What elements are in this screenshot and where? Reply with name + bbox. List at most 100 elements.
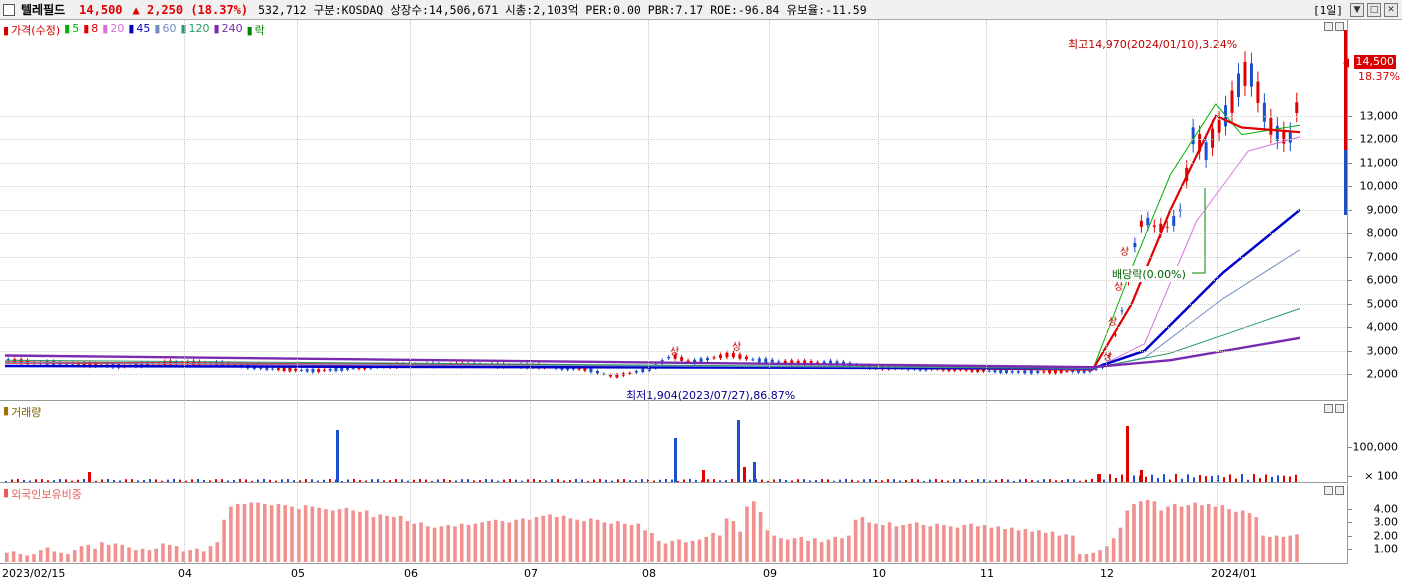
volume-bar — [785, 479, 787, 482]
foreign-ownership-panel[interactable]: ▮ 외국인보유비중 — [0, 484, 1347, 564]
volume-bar — [215, 479, 217, 482]
volume-bar — [653, 480, 655, 482]
volume-bar — [305, 479, 307, 482]
volume-bar — [23, 479, 25, 482]
candle-body — [305, 369, 309, 372]
volume-bar — [323, 479, 325, 482]
volume-bar — [971, 480, 973, 482]
volume-bar — [17, 479, 19, 482]
foreign-bar — [1261, 535, 1265, 562]
volume-bar — [119, 480, 121, 482]
foreign-bar — [1206, 503, 1211, 562]
candle-body — [595, 370, 599, 374]
volume-peak-bar — [88, 472, 91, 482]
volume-bar — [1295, 474, 1297, 482]
foreign-bar — [785, 539, 790, 562]
foreign-bar — [154, 548, 158, 562]
volume-bar — [101, 479, 103, 482]
foreign-axis: 4.00 3.00 2.00 1.00 — [1347, 484, 1402, 564]
foreign-bar — [317, 507, 321, 562]
date-axis: 2023/02/15 04 05 06 07 08 09 10 11 12 2024/01 — [0, 564, 1402, 582]
foreign-bar — [684, 542, 688, 562]
maximize-button[interactable]: □ — [1367, 3, 1381, 17]
price-chart-panel[interactable]: ▮ 가격(수정) ▮ 5 ▮ 8 ▮ 20 ▮ 45 ▮ 60 ▮ 120 ▮ 240 ▮ 락 상상상상상상 최고… — [0, 20, 1347, 402]
foreign-bar — [473, 523, 478, 562]
volume-bar — [707, 479, 709, 482]
foreign-bar — [201, 551, 206, 562]
volume-bar — [581, 479, 583, 482]
stock-name[interactable]: 텔레필드 — [21, 1, 65, 18]
volume-bar — [275, 480, 277, 482]
x-tick-label: 2024/01 — [1211, 567, 1257, 580]
volume-bar — [1067, 479, 1069, 482]
candle-body — [731, 352, 735, 358]
volume-bar — [407, 480, 409, 482]
stock-select-checkbox[interactable] — [3, 3, 15, 16]
volume-bar — [1001, 479, 1003, 482]
x-tick-label: 11 — [980, 567, 994, 580]
foreign-bar — [561, 515, 566, 562]
volume-bar — [983, 479, 985, 482]
y-tick-mark — [1348, 162, 1352, 164]
foreign-bar — [1186, 505, 1191, 562]
volume-bar — [437, 479, 439, 482]
volume-bar — [281, 479, 283, 482]
y-tick-mark — [1348, 350, 1352, 352]
y-tick-label: 10,000 — [1359, 179, 1399, 193]
volume-bar — [551, 479, 553, 482]
volume-bar — [671, 479, 673, 482]
foreign-bar — [1023, 528, 1028, 562]
volume-peak-bar — [1140, 470, 1143, 482]
dropdown-button[interactable]: ▼ — [1350, 3, 1364, 17]
candle-body — [1059, 370, 1063, 373]
grid-vline — [986, 484, 987, 563]
period-selector[interactable]: [1일] — [1313, 2, 1343, 18]
volume-bar — [605, 479, 607, 482]
volume-panel[interactable]: ▮ 거래량 — [0, 402, 1347, 483]
foreign-bar — [629, 525, 634, 562]
candle-body — [751, 359, 755, 361]
foreign-bar — [371, 517, 376, 562]
volume-bar — [197, 479, 199, 482]
volume-bar — [329, 479, 331, 482]
volume-bar — [827, 479, 829, 482]
foreign-bar — [38, 550, 43, 562]
foreign-bar — [113, 543, 118, 562]
y-tick-label: 6,000 — [1366, 273, 1399, 287]
candle-body — [706, 358, 710, 361]
grid-vline — [648, 484, 649, 563]
foreign-bar — [751, 501, 756, 562]
price-axis: 14,500 18.37% 13,000 12,000 11,000 10,000 9,… — [1343, 20, 1402, 401]
y-tick-label: 4,000 — [1366, 320, 1399, 334]
candle-body — [1065, 371, 1069, 373]
volume-axis: 100,000 × 100 — [1347, 402, 1402, 483]
foreign-bar — [1172, 503, 1177, 562]
candle-body — [1249, 63, 1253, 87]
market-cap: 시총:2,103억 — [505, 2, 579, 17]
volume-bar — [617, 479, 619, 482]
foreign-bar — [711, 532, 715, 562]
grid-hline — [0, 115, 1347, 117]
candle-body — [1204, 142, 1208, 160]
volume-peak-bar — [674, 438, 677, 482]
candle-body — [1071, 370, 1075, 373]
foreign-bar — [860, 517, 865, 562]
foreign-bar — [622, 523, 627, 562]
volume-bar — [347, 479, 349, 482]
foreign-bar — [134, 550, 138, 562]
foreign-bar — [724, 518, 729, 562]
y-tick-label: 11,000 — [1359, 156, 1399, 170]
volume-bar — [869, 479, 871, 482]
volume-bar — [167, 479, 169, 482]
foreign-bar — [1125, 510, 1130, 562]
candle-body — [999, 369, 1003, 373]
current-price-tag: 14,500 — [1354, 55, 1396, 69]
foreign-bar — [1200, 505, 1204, 562]
close-button[interactable]: ✕ — [1384, 3, 1398, 17]
candle-body — [276, 368, 280, 371]
volume-bar — [227, 480, 229, 482]
foreign-bar — [914, 522, 919, 562]
candle-body — [1243, 61, 1247, 86]
volume-bar — [713, 479, 715, 482]
volume-bar — [185, 480, 187, 482]
